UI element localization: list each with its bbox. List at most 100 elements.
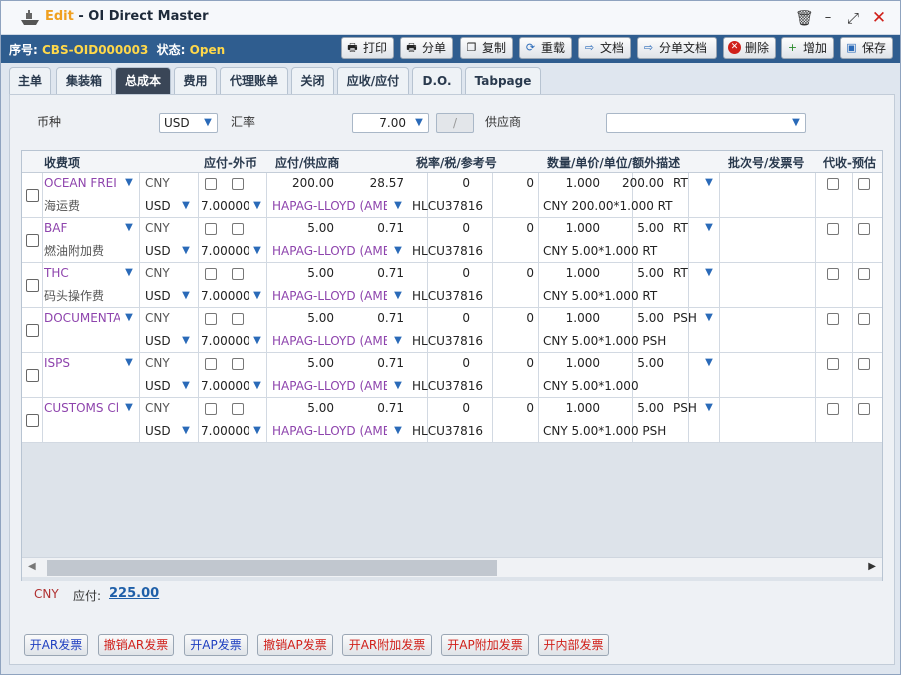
supplier-select[interactable]: HAPAG-LLOYD (AME (272, 196, 387, 216)
tax-amount[interactable]: 0 (494, 398, 534, 418)
exchange-rate-select[interactable]: 7.00000 (201, 376, 249, 396)
tax-amount[interactable]: 0 (494, 263, 534, 283)
unit-price[interactable]: 5.00 (604, 218, 664, 238)
chevron-down-icon[interactable]: ▼ (702, 311, 716, 325)
estimate-checkbox[interactable] (858, 178, 870, 190)
tax-rate[interactable]: 0 (430, 173, 470, 193)
chevron-down-icon[interactable]: ▼ (179, 289, 193, 303)
tab-agent-bill[interactable]: 代理账单 (220, 67, 288, 95)
foreign-amount[interactable]: 0.71 (342, 218, 404, 238)
reference-number[interactable]: HLCU37816 (412, 376, 483, 396)
chevron-down-icon[interactable]: ▼ (702, 401, 716, 415)
charge-item-select[interactable]: ISPS (44, 353, 120, 373)
save-button[interactable]: ▣ 保存 (840, 37, 893, 59)
row-select-checkbox[interactable] (26, 414, 39, 427)
chevron-down-icon[interactable]: ▼ (391, 244, 405, 258)
supplier-select[interactable]: HAPAG-LLOYD (AME (272, 331, 387, 351)
open-ar-invoice-button[interactable]: 开AR发票 (24, 634, 88, 656)
foreign-checkbox[interactable] (232, 178, 244, 190)
payable-amount[interactable]: 5.00 (270, 398, 334, 418)
chevron-down-icon[interactable]: ▼ (702, 221, 716, 235)
collect-checkbox[interactable] (827, 178, 839, 190)
payable-amount[interactable]: 5.00 (270, 263, 334, 283)
print-button[interactable]: 🖶 打印 (341, 37, 394, 59)
chevron-down-icon[interactable]: ▼ (122, 176, 136, 190)
payable-checkbox[interactable] (205, 178, 217, 190)
unit-price[interactable]: 5.00 (604, 398, 664, 418)
estimate-checkbox[interactable] (858, 403, 870, 415)
foreign-checkbox[interactable] (232, 223, 244, 235)
tab-charges[interactable]: 费用 (174, 67, 217, 95)
payable-amount[interactable]: 5.00 (270, 218, 334, 238)
chevron-down-icon[interactable]: ▼ (122, 401, 136, 415)
supplier-select[interactable]: HAPAG-LLOYD (AME (272, 286, 387, 306)
tax-amount[interactable]: 0 (494, 173, 534, 193)
chevron-down-icon[interactable]: ▼ (179, 244, 193, 258)
unit-price[interactable]: 200.00 (604, 173, 664, 193)
horizontal-scrollbar[interactable]: ◀ ▶ (22, 557, 882, 577)
tax-amount[interactable]: 0 (494, 218, 534, 238)
payable-amount[interactable]: 5.00 (270, 308, 334, 328)
delete-button[interactable]: ✕ 删除 (723, 37, 776, 59)
tax-rate[interactable]: 0 (430, 263, 470, 283)
payable-total-link[interactable]: 225.00 (109, 586, 159, 601)
reference-number[interactable]: HLCU37816 (412, 331, 483, 351)
document-button[interactable]: ⇨ 文档 (578, 37, 631, 59)
unit-select[interactable]: PSH (673, 308, 701, 328)
estimate-checkbox[interactable] (858, 358, 870, 370)
tax-rate[interactable]: 0 (430, 398, 470, 418)
chevron-down-icon[interactable]: ▼ (250, 289, 264, 303)
payable-checkbox[interactable] (205, 403, 217, 415)
row-select-checkbox[interactable] (26, 279, 39, 292)
minimize-icon[interactable]: – (819, 9, 837, 27)
unit-select[interactable]: PSH (673, 398, 701, 418)
reference-number[interactable]: HLCU37816 (412, 196, 483, 216)
tax-rate[interactable]: 0 (430, 353, 470, 373)
chevron-down-icon[interactable]: ▼ (122, 266, 136, 280)
foreign-amount[interactable]: 28.57 (342, 173, 404, 193)
foreign-currency-select[interactable]: USD (145, 286, 171, 306)
foreign-checkbox[interactable] (232, 313, 244, 325)
payable-checkbox[interactable] (205, 358, 217, 370)
quantity[interactable]: 1.000 (542, 173, 600, 193)
foreign-currency-select[interactable]: USD (145, 331, 171, 351)
scroll-right-icon[interactable]: ▶ (868, 561, 876, 572)
foreign-amount[interactable]: 0.71 (342, 308, 404, 328)
reference-number[interactable]: HLCU37816 (412, 286, 483, 306)
quantity[interactable]: 1.000 (542, 263, 600, 283)
open-ap-invoice-button[interactable]: 开AP发票 (184, 634, 248, 656)
supplier-select[interactable]: ▼ (606, 113, 806, 133)
unit-select[interactable]: RT (673, 173, 701, 193)
rate-select[interactable]: 7.00 ▼ (352, 113, 429, 133)
chevron-down-icon[interactable]: ▼ (250, 379, 264, 393)
chevron-down-icon[interactable]: ▼ (702, 176, 716, 190)
quantity[interactable]: 1.000 (542, 218, 600, 238)
chevron-down-icon[interactable]: ▼ (391, 379, 405, 393)
foreign-currency-select[interactable]: USD (145, 196, 171, 216)
collect-checkbox[interactable] (827, 268, 839, 280)
tax-rate[interactable]: 0 (430, 218, 470, 238)
unit-price[interactable]: 5.00 (604, 353, 664, 373)
chevron-down-icon[interactable]: ▼ (122, 356, 136, 370)
chevron-down-icon[interactable]: ▼ (250, 424, 264, 438)
estimate-checkbox[interactable] (858, 268, 870, 280)
unit-price[interactable]: 5.00 (604, 263, 664, 283)
chevron-down-icon[interactable]: ▼ (179, 199, 193, 213)
quantity[interactable]: 1.000 (542, 353, 600, 373)
chevron-down-icon[interactable]: ▼ (250, 199, 264, 213)
tax-amount[interactable]: 0 (494, 308, 534, 328)
chevron-down-icon[interactable]: ▼ (179, 334, 193, 348)
chevron-down-icon[interactable]: ▼ (250, 334, 264, 348)
row-select-checkbox[interactable] (26, 189, 39, 202)
tab-container[interactable]: 集装箱 (56, 67, 112, 95)
unit-price[interactable]: 5.00 (604, 308, 664, 328)
chevron-down-icon[interactable]: ▼ (122, 221, 136, 235)
copy-button[interactable]: ❐ 复制 (460, 37, 513, 59)
open-internal-invoice-button[interactable]: 开内部发票 (538, 634, 609, 656)
split-document-button[interactable]: ⇨ 分单文档 (637, 37, 717, 59)
exchange-rate-select[interactable]: 7.00000 (201, 421, 249, 441)
payable-checkbox[interactable] (205, 313, 217, 325)
reload-button[interactable]: ⟳ 重载 (519, 37, 572, 59)
chevron-down-icon[interactable]: ▼ (250, 244, 264, 258)
open-ap-extra-invoice-button[interactable]: 开AP附加发票 (441, 634, 529, 656)
